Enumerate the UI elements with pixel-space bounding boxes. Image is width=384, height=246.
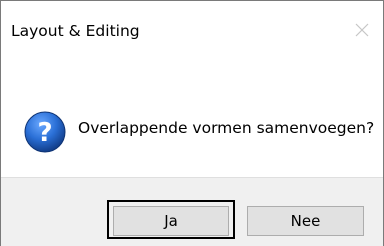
window-title: Layout & Editing xyxy=(11,22,140,40)
title-bar[interactable]: Layout & Editing xyxy=(1,1,383,63)
question-icon: ? xyxy=(24,111,66,153)
no-button[interactable]: Nee xyxy=(247,206,364,236)
close-button[interactable] xyxy=(347,15,377,45)
message-dialog: Layout & Editing ? Overlappende vormen s… xyxy=(0,0,384,246)
yes-button[interactable]: Ja xyxy=(113,206,229,236)
close-icon xyxy=(355,23,369,37)
svg-text:?: ? xyxy=(37,118,52,148)
dialog-content: ? Overlappende vormen samenvoegen? xyxy=(1,63,383,177)
button-bar: Ja Nee xyxy=(1,177,383,246)
dialog-message: Overlappende vormen samenvoegen? xyxy=(78,119,375,137)
